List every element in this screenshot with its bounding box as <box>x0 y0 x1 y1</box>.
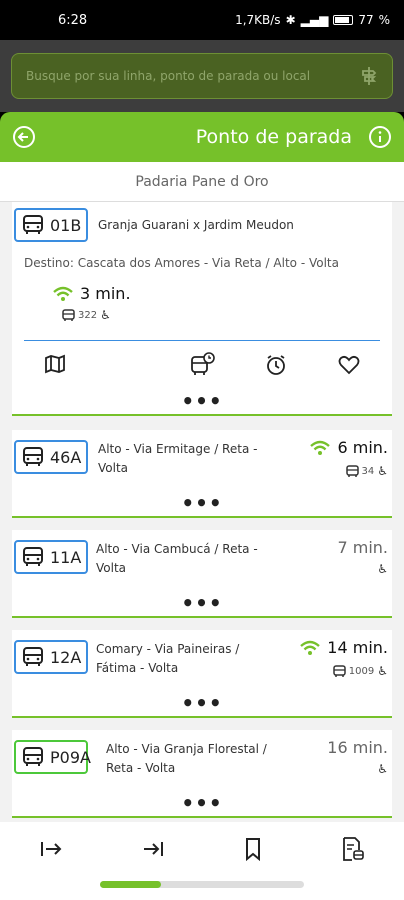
wheelchair-icon: ♿ <box>377 762 388 776</box>
page-title: Ponto de parada <box>195 126 352 148</box>
bottom-nav <box>0 822 404 876</box>
more-options-dots[interactable]: ••• <box>12 793 392 813</box>
route-name-line2: Reta - Volta <box>106 761 176 775</box>
card-divider <box>24 340 380 341</box>
bus-icon <box>22 215 44 235</box>
wheelchair-icon: ♿ <box>377 664 388 678</box>
vehicle-number: 34 <box>361 465 375 477</box>
bus-stop-sign-icon[interactable] <box>358 65 380 87</box>
bluetooth-icon: ✱ <box>285 13 296 27</box>
info-icon[interactable] <box>368 125 392 149</box>
realtime-signal-icon <box>309 439 331 457</box>
home-indicator-fill <box>100 881 162 888</box>
status-icons: 1,7KB/s ✱ ▂▄▆ 77% <box>235 13 390 27</box>
route-badge: 11A <box>14 540 88 574</box>
stop-name: Padaria Pane d Oro <box>0 162 404 202</box>
bus-icon <box>22 647 44 667</box>
more-options-dots[interactable]: ••• <box>12 693 392 713</box>
search-input[interactable]: Busque por sua linha, ponto de parada ou… <box>11 53 393 99</box>
vehicle-info: 322 ♿ <box>62 308 111 322</box>
route-name-line2: Fátima - Volta <box>96 661 179 675</box>
bus-schedule-icon[interactable] <box>190 352 216 376</box>
route-name-line1: Alto - Via Ermitage / Reta - <box>98 442 258 456</box>
alarm-icon[interactable] <box>265 354 287 376</box>
home-indicator-track <box>100 881 304 888</box>
status-bar: 6:28 1,7KB/s ✱ ▂▄▆ 77% <box>0 0 404 40</box>
route-name-line1: Comary - Via Paineiras / <box>96 642 240 656</box>
vehicle-number: 1009 <box>348 665 375 677</box>
page-header: Ponto de parada <box>0 112 404 162</box>
realtime-signal-icon <box>52 285 74 303</box>
realtime-signal-icon <box>299 639 321 657</box>
eta-block: 14 min. <box>299 638 388 657</box>
eta-block: 7 min. <box>337 538 388 557</box>
route-code: P09A <box>50 747 91 767</box>
document-bus-icon[interactable] <box>341 836 365 862</box>
bus-icon <box>22 547 44 567</box>
route-card-p09a[interactable]: P09A Alto - Via Granja Florestal / Reta … <box>12 730 392 818</box>
route-name: Granja Guarani x Jardim Meudon <box>98 218 294 232</box>
route-badge: P09A <box>14 740 91 774</box>
route-list[interactable]: 01B Granja Guarani x Jardim Meudon Desti… <box>0 202 404 822</box>
wheelchair-icon: ♿ <box>377 562 388 576</box>
route-code: 01B <box>50 215 82 235</box>
exit-arrow-icon[interactable] <box>141 839 165 859</box>
vehicle-info: ♿ <box>377 762 388 776</box>
eta-block: 3 min. <box>52 284 131 303</box>
route-code: 11A <box>50 547 82 567</box>
route-code: 46A <box>50 447 82 467</box>
card-actions <box>12 352 392 382</box>
eta-block: 16 min. <box>327 738 388 757</box>
home-indicator <box>0 876 404 900</box>
route-eta: 7 min. <box>337 538 388 557</box>
bus-small-icon <box>62 308 75 322</box>
map-icon[interactable] <box>44 354 66 374</box>
signal-icon: ▂▄▆ <box>300 13 329 27</box>
route-destination: Destino: Cascata dos Amores - Via Reta /… <box>24 256 339 270</box>
favorite-heart-icon[interactable] <box>338 355 360 375</box>
wheelchair-icon: ♿ <box>100 308 111 322</box>
vehicle-info: ♿ <box>377 562 388 576</box>
vehicle-number: 322 <box>78 309 98 321</box>
bus-icon <box>22 747 44 767</box>
route-badge: 12A <box>14 640 88 674</box>
route-name-line1: Alto - Via Granja Florestal / <box>106 742 267 756</box>
wheelchair-icon: ♿ <box>377 464 388 478</box>
route-badge: 46A <box>14 440 88 474</box>
route-name-line2: Volta <box>98 461 129 475</box>
bus-small-icon <box>345 464 359 478</box>
enter-arrow-icon[interactable] <box>39 839 63 859</box>
more-options-dots[interactable]: ••• <box>12 391 392 411</box>
bus-small-icon <box>333 664 346 678</box>
route-eta: 6 min. <box>337 438 388 457</box>
route-eta: 3 min. <box>80 284 131 303</box>
route-badge: 01B <box>14 208 88 242</box>
network-speed: 1,7KB/s <box>235 13 281 27</box>
route-card-12a[interactable]: 12A Comary - Via Paineiras / Fátima - Vo… <box>12 630 392 718</box>
route-name-line1: Alto - Via Cambucá / Reta - <box>96 542 258 556</box>
more-options-dots[interactable]: ••• <box>12 493 392 513</box>
route-name-line2: Volta <box>96 561 127 575</box>
route-card-11a[interactable]: 11A Alto - Via Cambucá / Reta - Volta 7 … <box>12 530 392 618</box>
more-options-dots[interactable]: ••• <box>12 593 392 613</box>
eta-block: 6 min. <box>309 438 388 457</box>
battery-icon <box>333 15 354 25</box>
status-time: 6:28 <box>58 12 88 28</box>
search-placeholder: Busque por sua linha, ponto de parada ou… <box>26 69 311 83</box>
vehicle-info: 1009 ♿ <box>333 664 388 678</box>
route-eta: 14 min. <box>327 638 388 657</box>
route-code: 12A <box>50 647 82 667</box>
back-icon[interactable] <box>12 125 36 149</box>
route-eta: 16 min. <box>327 738 388 757</box>
bus-icon <box>22 447 44 467</box>
vehicle-info: 34 ♿ <box>345 464 388 478</box>
battery-percent: 77 <box>358 13 374 27</box>
route-card-01b[interactable]: 01B Granja Guarani x Jardim Meudon Desti… <box>12 202 392 416</box>
bookmark-icon[interactable] <box>243 837 263 861</box>
route-card-46a[interactable]: 46A Alto - Via Ermitage / Reta - Volta 6… <box>12 430 392 518</box>
